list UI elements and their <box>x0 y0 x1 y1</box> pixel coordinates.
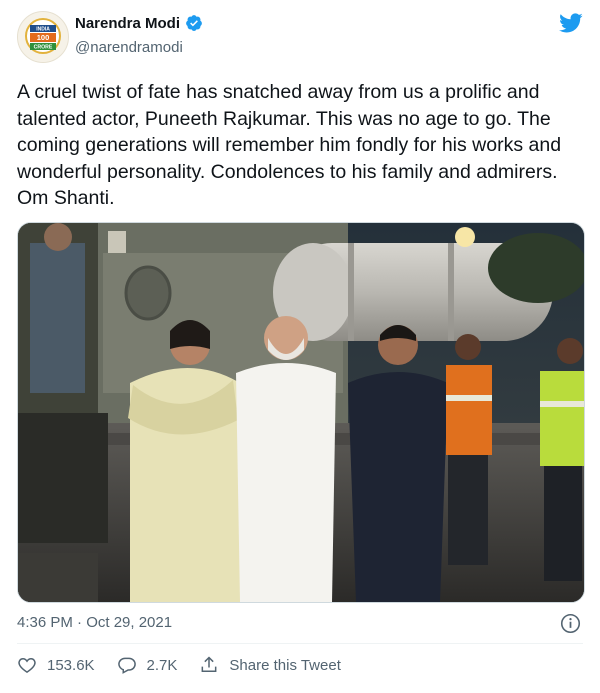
like-button[interactable]: 153.6K <box>17 655 95 675</box>
avatar-badge-line1: INDIA <box>36 27 50 33</box>
tweet-card: INDIA 100 CRORE Narendra Modi @narendram… <box>0 0 600 693</box>
reply-icon <box>117 657 136 674</box>
tweet-timestamp[interactable]: 4:36 PM · Oct 29, 2021 <box>17 614 172 631</box>
divider <box>17 643 583 644</box>
share-button[interactable]: Share this Tweet <box>199 655 341 675</box>
author-handle[interactable]: @narendramodi <box>75 39 183 56</box>
avatar-image: INDIA 100 CRORE <box>18 12 68 62</box>
reply-button[interactable]: 2.7K <box>117 655 178 675</box>
like-count: 153.6K <box>47 656 95 674</box>
avatar-badge-line2: 100 <box>37 33 50 42</box>
info-icon[interactable] <box>560 613 581 634</box>
tweet-text: A cruel twist of fate has snatched away … <box>17 81 562 209</box>
share-icon <box>201 656 217 672</box>
reply-count: 2.7K <box>146 656 178 674</box>
verified-badge-icon <box>185 14 203 32</box>
photo-image <box>18 223 584 602</box>
avatar-badge-line3: CRORE <box>34 45 53 51</box>
twitter-bird-icon <box>558 12 583 34</box>
author-display-name[interactable]: Narendra Modi <box>75 15 180 32</box>
share-label: Share this Tweet <box>229 656 341 674</box>
tweet-actions: 153.6K 2.7K Share this Tweet <box>17 655 363 675</box>
author-name-row[interactable]: Narendra Modi <box>75 14 203 32</box>
tweet-photo[interactable] <box>17 222 585 603</box>
heart-icon <box>18 657 36 673</box>
author-avatar[interactable]: INDIA 100 CRORE <box>17 11 69 63</box>
